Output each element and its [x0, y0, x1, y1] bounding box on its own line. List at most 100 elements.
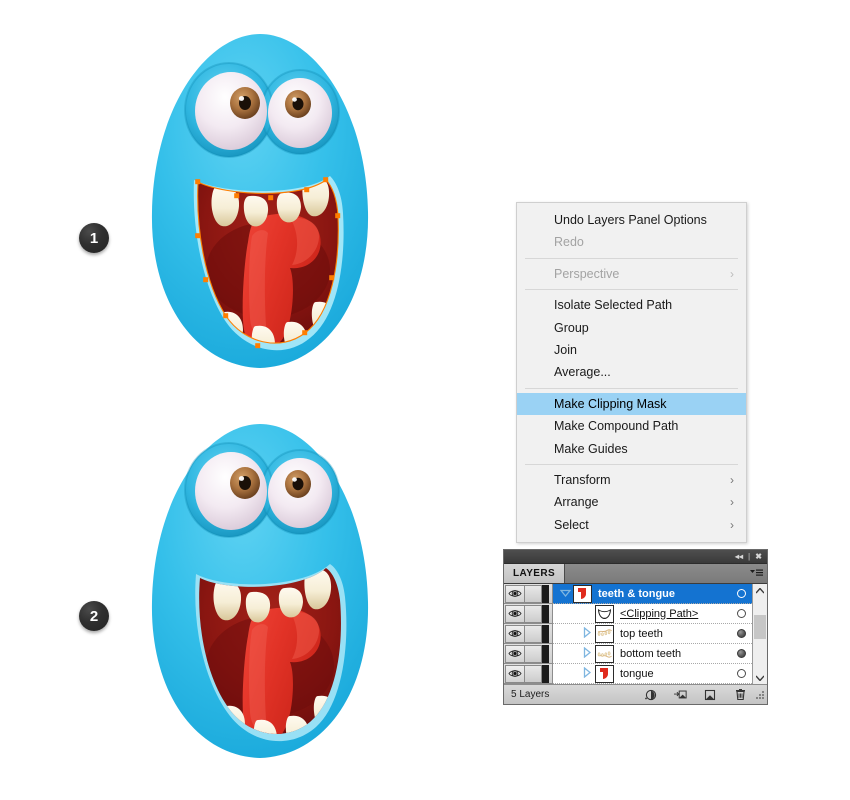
lock-toggle[interactable] [525, 584, 542, 603]
scroll-down-icon[interactable] [753, 671, 767, 684]
visibility-lock-row [504, 584, 552, 604]
layer-row[interactable]: teeth & tongue [553, 584, 752, 604]
scroll-track[interactable] [753, 597, 767, 671]
layers-panel-footer: 5 Layers [504, 684, 767, 704]
menu-item-isolate-selected-path[interactable]: Isolate Selected Path [517, 294, 746, 316]
visibility-lock-column[interactable] [504, 584, 553, 684]
top-teeth-thumb [595, 624, 614, 643]
tongue-thumb [573, 584, 592, 603]
delete-selection-icon[interactable] [734, 688, 747, 701]
monster-step-1 [140, 30, 380, 375]
visibility-lock-row [504, 664, 552, 684]
close-icon[interactable]: ✖ [755, 552, 762, 561]
disclosure-triangle-closed-icon[interactable] [579, 666, 595, 680]
menu-item-label: Arrange [554, 495, 599, 510]
lock-toggle[interactable] [525, 664, 542, 683]
layer-rows[interactable]: teeth & tongue <Clipping Path> top teeth bo… [553, 584, 752, 684]
menu-separator [525, 289, 738, 291]
layer-row[interactable]: tongue [553, 664, 752, 684]
menu-item-join[interactable]: Join [517, 339, 746, 361]
layers-panel[interactable]: ◂◂ | ✖ LAYERS teeth & tongue <Clipping Pa… [503, 549, 768, 705]
scroll-up-icon[interactable] [753, 584, 767, 597]
collapse-panel-icon[interactable]: ◂◂ [735, 552, 743, 561]
menu-item-average[interactable]: Average... [517, 361, 746, 383]
layer-color-bar [542, 604, 549, 623]
menu-item-make-clipping-mask[interactable]: Make Clipping Mask [517, 392, 746, 416]
menu-item-make-guides[interactable]: Make Guides [517, 438, 746, 460]
menu-item-undo-layers-panel-options[interactable]: Undo Layers Panel Options [517, 209, 746, 231]
clipping-path-thumb [595, 604, 614, 623]
target-indicator[interactable] [730, 589, 752, 598]
step-badge-1: 1 [79, 223, 109, 253]
menu-separator [525, 257, 738, 259]
menu-item-label: Make Clipping Mask [554, 396, 667, 411]
layers-panel-titlebar: ◂◂ | ✖ [504, 550, 767, 564]
step-badge-1-label: 1 [89, 229, 99, 247]
menu-item-label: Transform [554, 472, 611, 487]
monster-step-2 [140, 420, 380, 765]
scroll-thumb[interactable] [754, 615, 766, 639]
menu-item-label: Make Compound Path [554, 419, 679, 434]
layer-color-bar [542, 644, 549, 663]
lock-toggle[interactable] [525, 604, 542, 623]
menu-item-perspective: Perspective › [517, 263, 746, 285]
eye-icon[interactable] [505, 664, 525, 683]
menu-item-label: Isolate Selected Path [554, 298, 673, 313]
menu-item-make-compound-path[interactable]: Make Compound Path [517, 415, 746, 437]
disclosure-triangle-closed-icon[interactable] [579, 646, 595, 660]
target-ring-icon [736, 629, 746, 638]
resize-grip-icon[interactable] [755, 689, 765, 700]
menu-item-arrange[interactable]: Arrange › [517, 491, 746, 513]
canvas-stage: 1 2 Undo Layers Panel Options Redo Persp… [0, 0, 850, 800]
make-clipping-mask-icon[interactable] [644, 688, 657, 701]
visibility-lock-row [504, 644, 552, 664]
menu-item-select[interactable]: Select › [517, 514, 746, 536]
submenu-arrow-icon: › [730, 517, 734, 532]
menu-item-transform[interactable]: Transform › [517, 469, 746, 491]
bottom-teeth-thumb [595, 644, 614, 663]
eye-icon[interactable] [505, 644, 525, 663]
illustrator-context-menu[interactable]: Undo Layers Panel Options Redo Perspective… [516, 202, 747, 544]
lock-toggle[interactable] [525, 644, 542, 663]
layer-name[interactable]: tongue [620, 668, 730, 680]
menu-item-group[interactable]: Group [517, 317, 746, 339]
target-indicator[interactable] [730, 669, 752, 678]
visibility-lock-row [504, 624, 552, 644]
tongue-thumb [595, 664, 614, 683]
disclosure-triangle-closed-icon[interactable] [579, 626, 595, 640]
layer-name[interactable]: <Clipping Path> [620, 608, 730, 620]
create-new-layer-icon[interactable] [704, 688, 717, 701]
lock-toggle[interactable] [525, 624, 542, 643]
create-new-sublayer-icon[interactable] [674, 688, 687, 701]
layer-color-bar [542, 584, 549, 603]
menu-item-redo: Redo [517, 231, 746, 253]
menu-item-label: Undo Layers Panel Options [554, 213, 707, 227]
layer-color-bar [542, 664, 549, 683]
eye-icon[interactable] [505, 604, 525, 623]
target-indicator[interactable] [730, 609, 752, 618]
monster-2-artwork [140, 420, 380, 765]
target-indicator[interactable] [730, 629, 752, 638]
eye-icon[interactable] [505, 584, 525, 603]
layer-row[interactable]: <Clipping Path> [553, 604, 752, 624]
menu-item-label: Make Guides [554, 441, 628, 456]
target-indicator[interactable] [730, 649, 752, 658]
layer-row[interactable]: top teeth [553, 624, 752, 644]
footer-buttons [644, 688, 753, 701]
eye-icon[interactable] [505, 624, 525, 643]
menu-item-label: Redo [554, 235, 584, 250]
submenu-arrow-icon: › [730, 266, 734, 281]
layer-count-label: 5 Layers [511, 689, 550, 700]
menu-item-label: Group [554, 320, 589, 335]
layer-name[interactable]: top teeth [620, 628, 730, 640]
disclosure-triangle-open-icon[interactable] [557, 589, 573, 599]
layers-panel-tabrow: LAYERS [504, 564, 767, 584]
tab-layers[interactable]: LAYERS [504, 564, 566, 583]
panel-menu-glyph [749, 569, 763, 576]
layer-row[interactable]: bottom teeth [553, 644, 752, 664]
panel-menu-icon[interactable] [745, 564, 767, 583]
layers-scrollbar[interactable] [752, 584, 767, 684]
tab-layers-label: LAYERS [513, 568, 556, 579]
layer-name[interactable]: teeth & tongue [598, 588, 730, 600]
layer-name[interactable]: bottom teeth [620, 648, 730, 660]
